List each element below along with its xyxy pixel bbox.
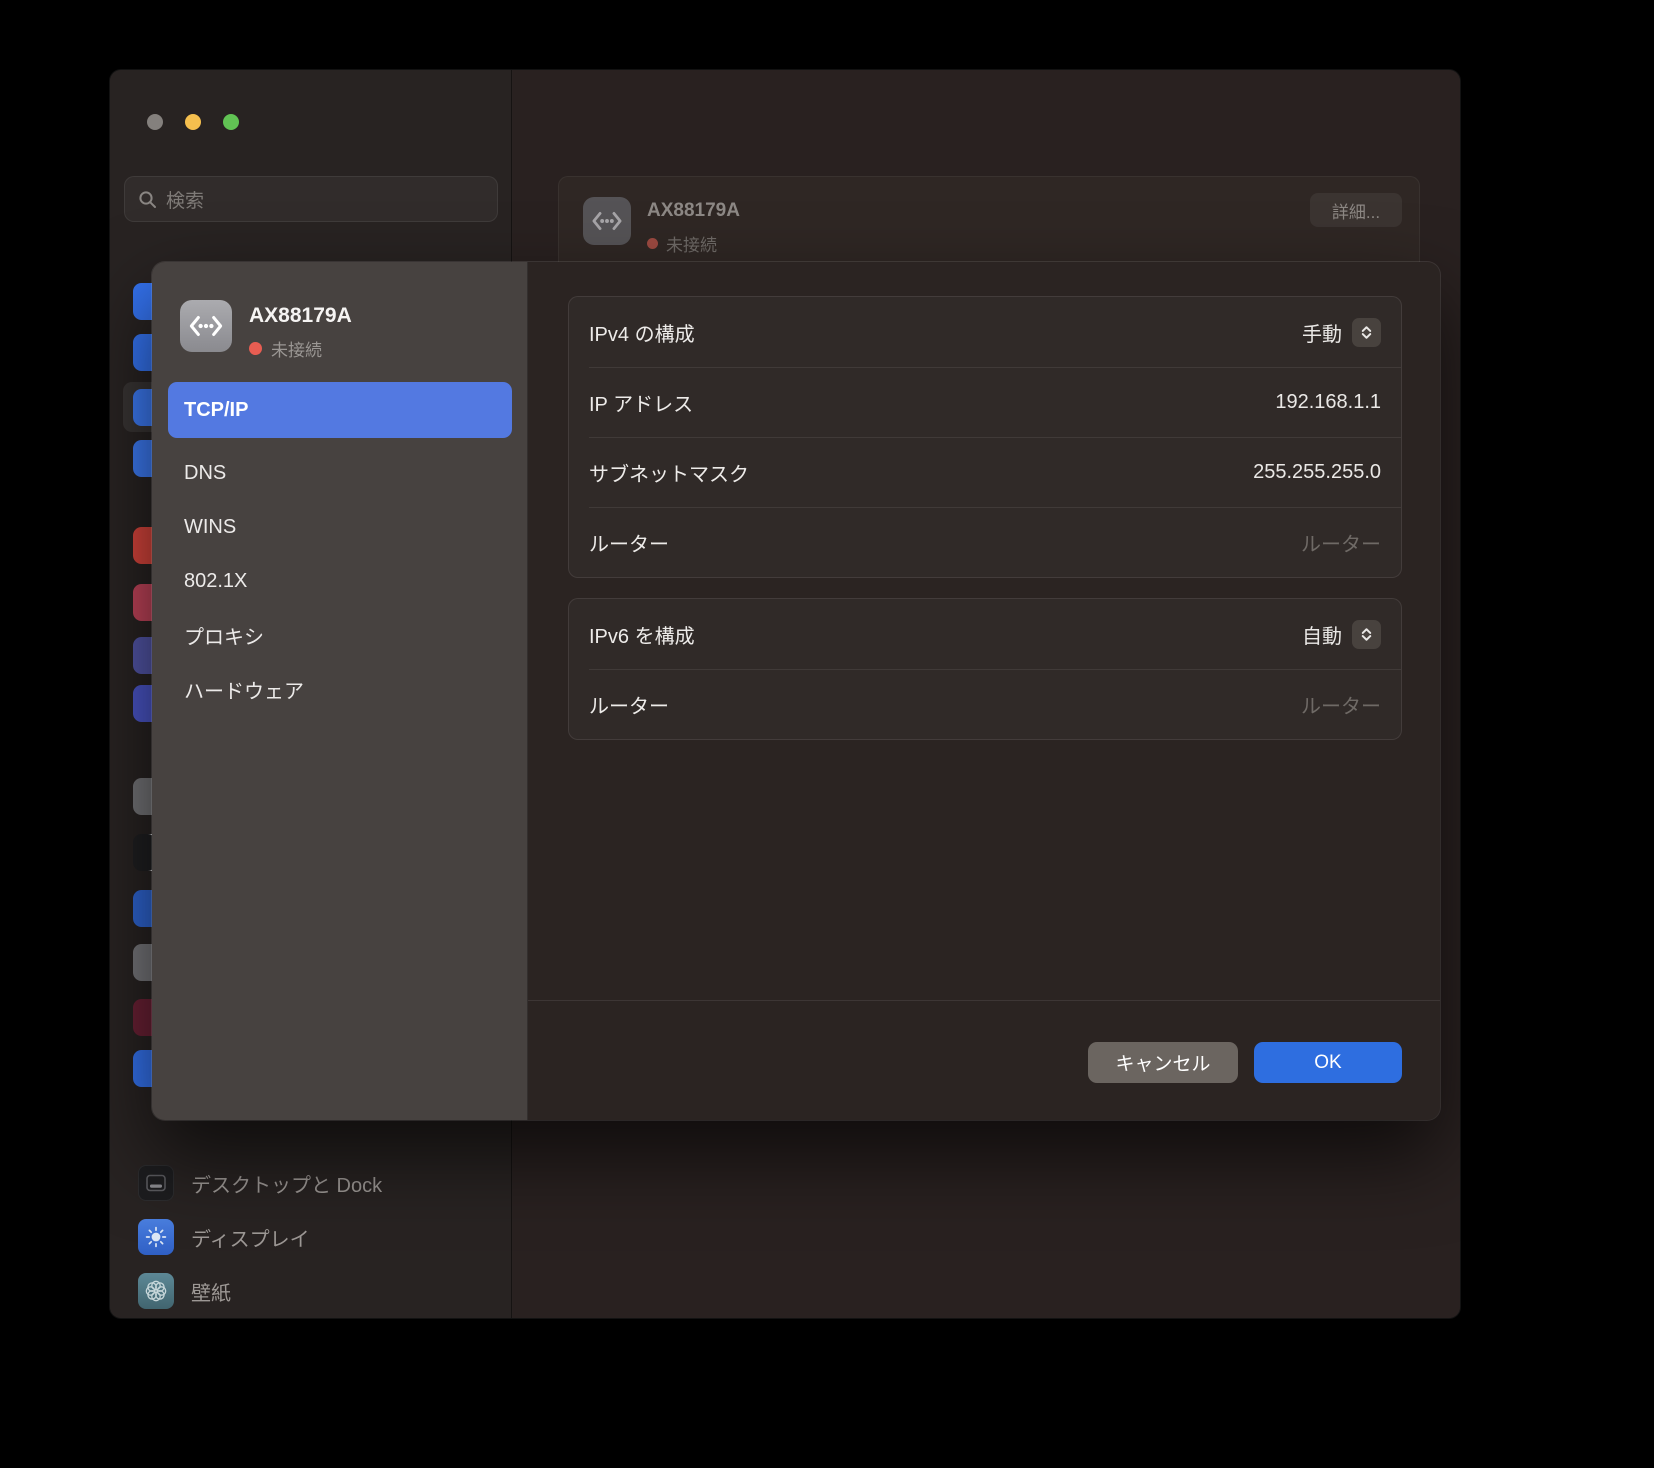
tab-hardware[interactable]: ハードウェア: [168, 662, 512, 716]
desktop-background: 検索: [0, 0, 1654, 1468]
row-label: IP アドレス: [589, 388, 693, 417]
ipv4-router-field[interactable]: ルーター: [1301, 528, 1381, 557]
ok-button[interactable]: OK: [1254, 1042, 1402, 1083]
status-text: 未接続: [271, 336, 322, 361]
desktop-dock-icon: [138, 1165, 174, 1201]
sidebar-item-label: ディスプレイ: [191, 1223, 310, 1252]
ipv4-router-row: ルーター ルーター: [569, 507, 1401, 577]
details-button[interactable]: 詳細...: [1310, 193, 1402, 227]
ipv6-config-popup[interactable]: 自動: [1302, 620, 1381, 649]
popup-value: 手動: [1302, 318, 1342, 347]
chevron-up-down-icon: [1352, 620, 1381, 649]
ethernet-adapter-icon: [180, 300, 232, 352]
footer-divider: [528, 1000, 1440, 1001]
device-status: 未接続: [249, 336, 322, 361]
sidebar-item-wallpaper[interactable]: 壁紙: [138, 1273, 231, 1309]
row-label: サブネットマスク: [589, 458, 749, 487]
ipv4-settings-group: IPv4 の構成 手動 IP アドレス: [568, 296, 1402, 578]
minimize-button[interactable]: [185, 114, 201, 130]
wallpaper-icon: [138, 1273, 174, 1309]
chevron-up-down-icon: [1352, 318, 1381, 347]
ipv6-settings-group: IPv6 を構成 自動 ルーター ルー: [568, 598, 1402, 740]
sheet-tab-panel: AX88179A 未接続 TCP/IP DNS WINS 802.1X プロキシ…: [152, 262, 528, 1120]
row-label: ルーター: [589, 690, 669, 719]
ipv4-config-row: IPv4 の構成 手動: [569, 297, 1401, 367]
subnet-mask-field[interactable]: 255.255.255.0: [1253, 461, 1381, 484]
adapter-status: 未接続: [647, 231, 717, 256]
tcpip-config-sheet: AX88179A 未接続 TCP/IP DNS WINS 802.1X プロキシ…: [152, 262, 1440, 1120]
row-label: IPv4 の構成: [589, 318, 695, 347]
zoom-button[interactable]: [223, 114, 239, 130]
cancel-button[interactable]: キャンセル: [1088, 1042, 1238, 1083]
subnet-mask-row: サブネットマスク 255.255.255.0: [569, 437, 1401, 507]
ipv4-config-popup[interactable]: 手動: [1302, 318, 1381, 347]
ip-address-row: IP アドレス 192.168.1.1: [569, 367, 1401, 437]
ipv6-router-row: ルーター ルーター: [569, 669, 1401, 739]
status-dot-icon: [249, 342, 262, 355]
displays-icon: [138, 1219, 174, 1255]
ip-address-field[interactable]: 192.168.1.1: [1275, 391, 1381, 414]
device-name: AX88179A: [249, 304, 352, 328]
row-label: IPv6 を構成: [589, 620, 695, 649]
status-text: 未接続: [666, 231, 717, 256]
adapter-name: AX88179A: [647, 200, 740, 222]
sidebar-item-displays[interactable]: ディスプレイ: [138, 1219, 310, 1255]
tab-8021x[interactable]: 802.1X: [168, 554, 512, 608]
sheet-settings-panel: IPv4 の構成 手動 IP アドレス: [528, 262, 1440, 1120]
tab-proxy[interactable]: プロキシ: [168, 608, 512, 662]
window-controls: [147, 114, 239, 130]
ethernet-adapter-icon: [583, 197, 631, 245]
tab-tcpip[interactable]: TCP/IP: [168, 382, 512, 438]
ipv6-config-row: IPv6 を構成 自動: [569, 599, 1401, 669]
ipv6-router-field[interactable]: ルーター: [1301, 690, 1381, 719]
search-icon: [138, 190, 157, 209]
search-placeholder: 検索: [166, 186, 204, 213]
tab-wins[interactable]: WINS: [168, 500, 512, 554]
sidebar-item-label: 壁紙: [191, 1277, 231, 1306]
sidebar-item-label: デスクトップと Dock: [191, 1169, 382, 1198]
row-label: ルーター: [589, 528, 669, 557]
close-button[interactable]: [147, 114, 163, 130]
search-input[interactable]: 検索: [124, 176, 498, 222]
status-dot-icon: [647, 238, 658, 249]
sidebar-item-desktop-dock[interactable]: デスクトップと Dock: [138, 1165, 382, 1201]
tab-dns[interactable]: DNS: [168, 446, 512, 500]
popup-value: 自動: [1302, 620, 1342, 649]
